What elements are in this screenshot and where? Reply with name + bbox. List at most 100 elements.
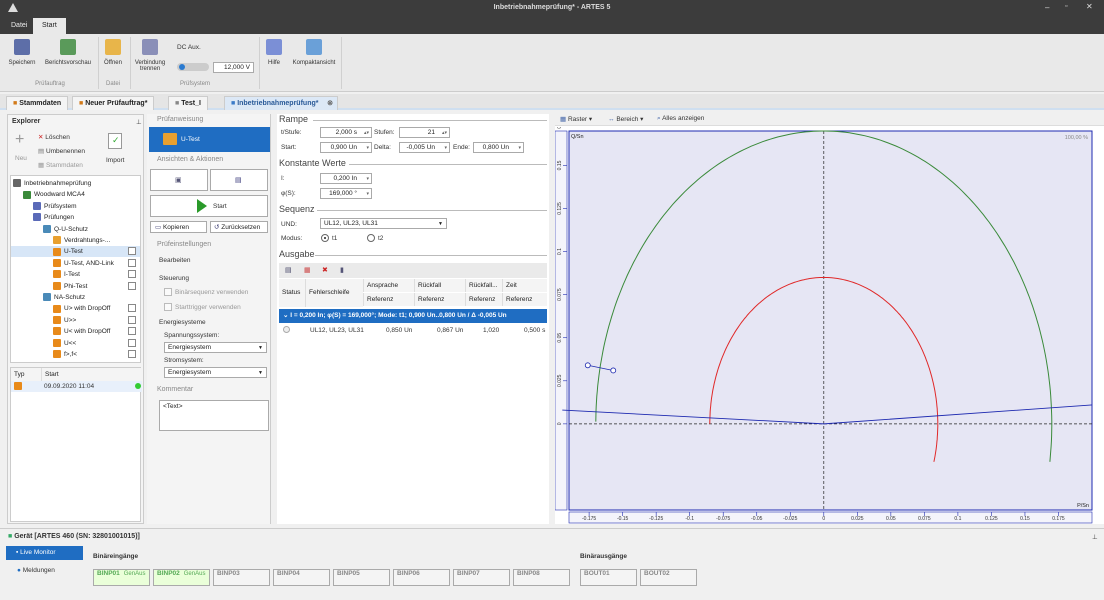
dc-aux-toggle[interactable]: [177, 63, 209, 71]
spinner-icon[interactable]: ▴▾: [364, 128, 369, 138]
pq-chart[interactable]: -0.175 -0.15 -0.125 -0.1 -0.075 -0.05 -0.025 0 0…: [555, 127, 1104, 524]
range-button[interactable]: ↔ Bereich ▾: [608, 115, 643, 123]
history-row[interactable]: 09.09.2020 11:04: [11, 381, 142, 392]
binary-input: BINP02 GenAus: [153, 569, 210, 586]
disconnect-button[interactable]: Verbindung trennen: [132, 39, 168, 72]
tab-file[interactable]: Datei: [2, 18, 36, 34]
delete-button[interactable]: ✕ Löschen: [38, 133, 70, 141]
tree-item[interactable]: Prüfungen: [33, 212, 140, 223]
tree-item[interactable]: I-Test: [53, 269, 140, 280]
close-tab-icon[interactable]: ⊗: [327, 97, 333, 111]
phi-input[interactable]: 169,000 ° ▾: [320, 188, 372, 199]
tree-item[interactable]: Verdrahtungs-...: [53, 235, 140, 246]
dropdown-icon[interactable]: ▾: [518, 143, 521, 153]
save-button[interactable]: Speichern: [6, 39, 38, 66]
tree-item[interactable]: U-Test: [11, 246, 140, 258]
maximize-icon[interactable]: ▫: [1065, 3, 1067, 10]
dc-aux-input[interactable]: 12,000 V: [213, 62, 254, 73]
import-icon[interactable]: ✓: [108, 133, 122, 149]
dropdown-icon[interactable]: ▾: [366, 143, 369, 153]
expand-icon[interactable]: ▤: [285, 266, 292, 274]
tree-item[interactable]: Prüfsystem: [33, 201, 140, 212]
tree-item-label: I-Test: [64, 271, 80, 279]
compact-view-button[interactable]: Kompaktansicht: [289, 39, 339, 66]
radio-t2[interactable]: [367, 234, 375, 242]
status-icon: [128, 258, 136, 267]
delete-results-icon[interactable]: ✖: [322, 266, 328, 274]
result-group-row[interactable]: ⌄ I = 0,200 In; φ(S) = 169,000°; Mode: t…: [279, 309, 547, 323]
result-row[interactable]: UL12, UL23, UL31 0,850 Un 0,867 Un 1,020…: [279, 324, 547, 336]
minimize-icon[interactable]: –: [1045, 3, 1049, 12]
views-header: Ansichten & Aktionen: [157, 156, 224, 163]
close-icon[interactable]: ✕: [1086, 2, 1093, 11]
view-button-2[interactable]: ▤: [210, 169, 268, 191]
dropdown-icon[interactable]: ▾: [444, 143, 447, 153]
voltage-system-label: Spannungssystem:: [164, 332, 220, 339]
steps-input[interactable]: 21 ▴▾: [399, 127, 450, 138]
tree-item[interactable]: U> with DropOff: [53, 303, 140, 314]
new-icon[interactable]: +: [15, 132, 29, 148]
end-input[interactable]: 0,800 Un ▾: [473, 142, 524, 153]
tree-item[interactable]: U< with DropOff: [53, 326, 140, 337]
raster-button[interactable]: ▦ Raster ▾: [560, 115, 592, 123]
report-icon[interactable]: ▮: [340, 266, 344, 274]
tree-item[interactable]: f>,f<: [53, 349, 140, 360]
test-point-end: [610, 367, 617, 374]
tree-item[interactable]: U-Test, AND-Link: [53, 258, 140, 269]
comment-textarea[interactable]: <Text>: [159, 400, 269, 431]
tree-item[interactable]: U<<: [53, 338, 140, 349]
rename-button[interactable]: ▤ Umbenennen: [38, 147, 85, 155]
spinner-icon[interactable]: ▴▾: [442, 128, 447, 138]
edit-link[interactable]: Bearbeiten: [159, 257, 190, 264]
start-trigger-checkbox[interactable]: [164, 303, 172, 311]
sequence-header: Sequenz: [279, 204, 315, 214]
report-preview-button[interactable]: Berichtsvorschau: [42, 39, 94, 66]
help-button[interactable]: Hilfe: [262, 39, 286, 66]
binary-sequence-checkbox[interactable]: [164, 288, 172, 296]
dropdown-icon[interactable]: ▾: [366, 174, 369, 184]
view-button-1[interactable]: ▣: [150, 169, 208, 191]
tstep-input[interactable]: 2,000 s ▴▾: [320, 127, 372, 138]
pin-icon[interactable]: ⊥: [136, 118, 142, 126]
doc-tab[interactable]: ■ Neuer Prüfauftrag*: [72, 96, 155, 110]
tree-item[interactable]: Phi-Test: [53, 281, 140, 292]
voltage-system-select[interactable]: Energiesystem ▼: [164, 342, 267, 353]
start-button[interactable]: Start: [150, 195, 268, 217]
tree-item[interactable]: NA-Schutz: [43, 292, 140, 303]
live-monitor-button[interactable]: ▪ Live Monitor: [6, 546, 83, 560]
current-input[interactable]: 0,200 In ▾: [320, 173, 372, 184]
und-label: UND:: [281, 221, 297, 228]
y-axis-ruler: [555, 130, 568, 511]
delta-input[interactable]: -0,005 Un ▾: [399, 142, 450, 153]
show-all-button[interactable]: ⌕ Alles anzeigen: [657, 115, 704, 123]
master-data-button[interactable]: ▦ Stammdaten: [38, 161, 83, 169]
tree-item[interactable]: U>>: [53, 315, 140, 326]
doc-tab-active[interactable]: ■ Inbetriebnahmeprüfung* ⊗: [224, 96, 338, 110]
help-icon: [266, 39, 282, 55]
current-system-select[interactable]: Energiesystem ▼: [164, 367, 267, 378]
und-select[interactable]: UL12, UL23, UL31 ▼: [320, 218, 447, 229]
copy-button[interactable]: ▭ Kopieren: [150, 221, 207, 233]
pin-icon[interactable]: ⊥: [1092, 533, 1098, 541]
binary-input-name: BINP07: [457, 570, 480, 577]
dropdown-icon[interactable]: ▾: [366, 189, 369, 199]
output-toolbar: ▤ ▦ ✖ ▮: [279, 263, 547, 278]
messages-button[interactable]: ● Meldungen: [17, 567, 55, 574]
test-tile[interactable]: U-Test: [149, 127, 270, 152]
binary-output-name: BOUT01: [584, 570, 610, 577]
tree-item[interactable]: Woodward MCA4: [23, 189, 140, 200]
tree-item[interactable]: Q-U-Schutz: [43, 224, 140, 235]
export-icon[interactable]: ▦: [304, 266, 311, 274]
start-input[interactable]: 0,900 Un ▾: [320, 142, 372, 153]
doc-tab[interactable]: ■ Stammdaten: [6, 96, 69, 110]
tab-start[interactable]: Start: [33, 18, 66, 34]
status-icon: [128, 350, 136, 358]
y-tick-label: 0.05: [557, 333, 563, 343]
radio-t1[interactable]: [321, 234, 329, 242]
zoom-label: 100,00 %: [1065, 135, 1088, 141]
mode-label: Modus:: [281, 235, 303, 242]
reset-button[interactable]: ↺ Zurücksetzen: [210, 221, 268, 233]
tree-item[interactable]: Inbetriebnahmeprüfung: [13, 178, 140, 189]
open-button[interactable]: Öffnen: [100, 39, 126, 66]
doc-tab[interactable]: ■ Test_I: [168, 96, 208, 110]
